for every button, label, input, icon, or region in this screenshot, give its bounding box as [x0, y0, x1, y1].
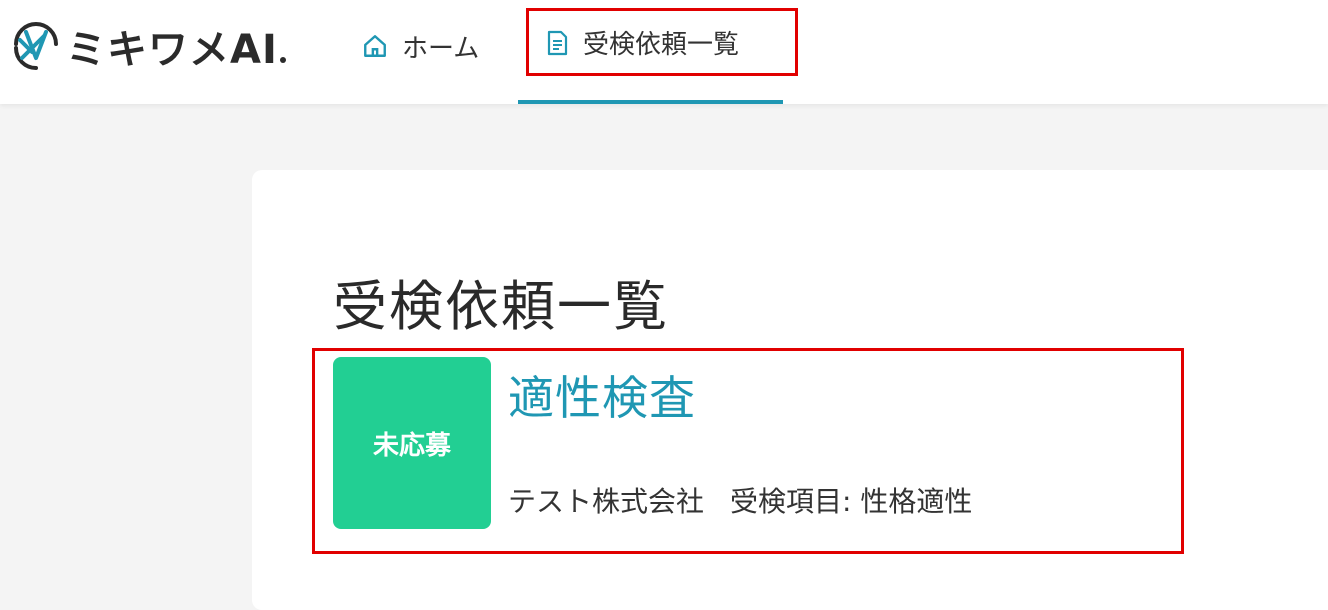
logo-mark-icon — [14, 22, 58, 70]
app-logo[interactable]: ミキワメAI — [8, 18, 286, 74]
home-icon — [364, 35, 386, 57]
logo-dot — [279, 57, 286, 63]
page-title: 受検依頼一覧 — [333, 275, 669, 338]
highlight-box-item — [312, 348, 1184, 554]
logo-text: ミキワメAI — [66, 27, 278, 73]
nav-home[interactable]: ホーム — [362, 24, 479, 68]
highlight-box-nav — [526, 8, 798, 76]
nav-home-label: ホーム — [402, 33, 480, 64]
